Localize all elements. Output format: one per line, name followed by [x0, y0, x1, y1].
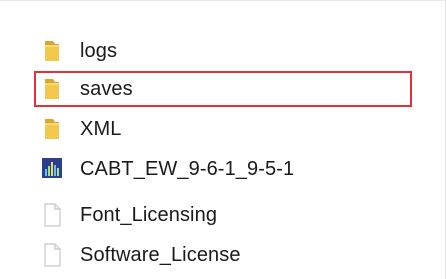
file-name: Font_Licensing	[80, 204, 218, 226]
folder-icon	[45, 41, 59, 61]
file-name: logs	[80, 40, 118, 62]
file-row-xml[interactable]: XML	[30, 111, 410, 147]
document-icon	[44, 243, 61, 267]
file-name: saves	[80, 78, 133, 100]
file-row-logs[interactable]: logs	[30, 33, 410, 69]
file-row-cabt-application[interactable]: CABT_EW_9-6-1_9-5-1	[30, 151, 410, 187]
document-icon	[44, 203, 61, 227]
file-name: Software_License	[80, 244, 241, 266]
folder-icon	[45, 79, 59, 99]
app-chart-icon	[42, 158, 62, 178]
file-name: XML	[80, 118, 122, 140]
file-row-font-licensing[interactable]: Font_Licensing	[30, 197, 410, 233]
file-explorer-pane: logs saves XML CABT_EW_9-6-1_9-5-1 Font_…	[0, 0, 446, 279]
file-row-saves[interactable]: saves	[30, 71, 410, 107]
file-name: CABT_EW_9-6-1_9-5-1	[80, 158, 295, 180]
folder-icon	[45, 119, 59, 139]
file-row-software-license[interactable]: Software_License	[30, 237, 410, 273]
